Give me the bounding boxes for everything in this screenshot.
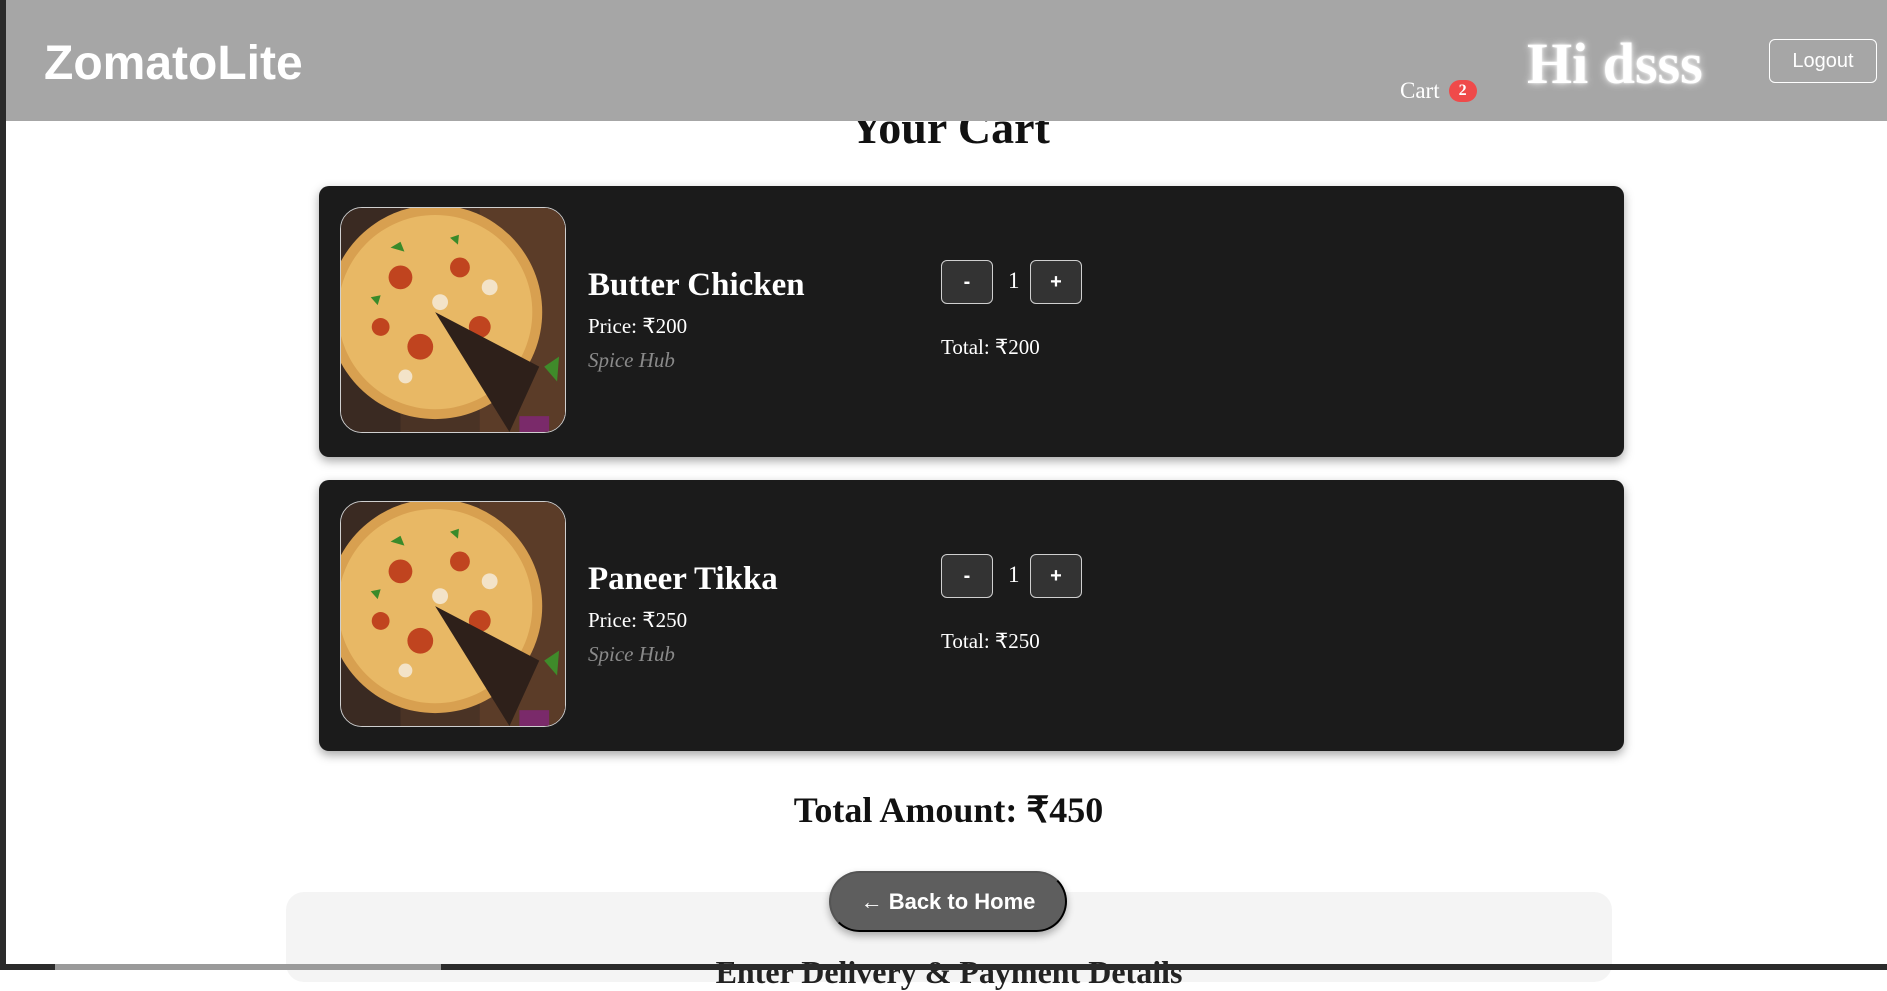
- logout-button[interactable]: Logout: [1769, 39, 1877, 83]
- window-frame-bottom: [0, 964, 1887, 970]
- top-navbar: ZomatoLite Cart 2 Hi dsss Logout: [6, 0, 1887, 121]
- pizza-image: [340, 501, 566, 727]
- quantity-value: 1: [1008, 562, 1020, 587]
- quantity-value: 1: [1008, 268, 1020, 293]
- taskbar-highlight: [55, 964, 441, 970]
- item-price: Price: ₹250: [588, 608, 688, 632]
- item-price: Price: ₹200: [588, 314, 688, 338]
- total-amount: Total Amount: ₹450: [793, 790, 1104, 830]
- cart-count-badge: 2: [1448, 80, 1477, 102]
- back-to-home-button[interactable]: ← Back to Home: [829, 871, 1067, 932]
- item-total: Total: ₹250: [941, 629, 1040, 653]
- decrease-quantity-button[interactable]: -: [941, 260, 993, 304]
- user-greeting: Hi dsss: [1527, 31, 1703, 96]
- item-restaurant: Spice Hub: [588, 348, 675, 372]
- cart-link[interactable]: Cart 2: [1400, 78, 1477, 104]
- cart-item-card: Paneer Tikka Price: ₹250 Spice Hub - 1 +…: [319, 480, 1624, 751]
- delivery-details-heading: Enter Delivery & Payment Details: [715, 954, 1183, 990]
- cart-item-card: Butter Chicken Price: ₹200 Spice Hub - 1…: [319, 186, 1624, 457]
- item-total: Total: ₹200: [941, 335, 1040, 359]
- brand-logo[interactable]: ZomatoLite: [44, 36, 303, 91]
- increase-quantity-button[interactable]: +: [1030, 260, 1082, 304]
- item-restaurant: Spice Hub: [588, 642, 675, 666]
- food-photo: [341, 208, 565, 432]
- item-name: Paneer Tikka: [588, 561, 778, 597]
- food-photo: [341, 502, 565, 726]
- pizza-image: [340, 207, 566, 433]
- cart-label[interactable]: Cart: [1400, 78, 1440, 104]
- decrease-quantity-button[interactable]: -: [941, 554, 993, 598]
- increase-quantity-button[interactable]: +: [1030, 554, 1082, 598]
- item-name: Butter Chicken: [588, 267, 805, 303]
